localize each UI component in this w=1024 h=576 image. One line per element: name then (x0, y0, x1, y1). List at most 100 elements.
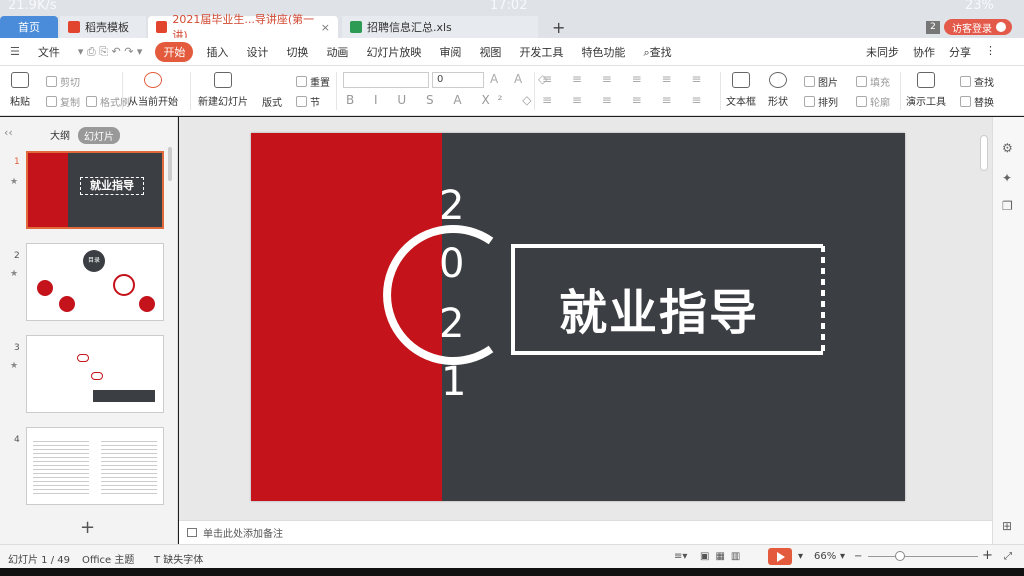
find-button[interactable]: 查找 (960, 74, 994, 89)
textbox-label: 文本框 (726, 97, 756, 108)
menu-view[interactable]: 视图 (479, 44, 501, 60)
menu-search-label: 查找 (649, 45, 672, 59)
menu-search[interactable]: ⌕查找 (643, 44, 671, 60)
zoom-slider-handle[interactable] (895, 551, 905, 561)
menu-developer[interactable]: 开发工具 (519, 44, 563, 60)
section-button[interactable]: 节 (296, 94, 320, 109)
textbox-icon (732, 72, 750, 88)
fill-button[interactable]: 填充 (856, 74, 890, 89)
align-buttons[interactable]: ≡ ≡ ≡ ≡ ≡ ≡ (542, 93, 709, 107)
clock: 17:02 (490, 0, 528, 13)
copy-icon[interactable]: ❐ (1002, 199, 1016, 213)
shape-button[interactable]: 形状 (768, 72, 788, 108)
paragraph-buttons[interactable]: ≡ ≡ ≡ ≡ ≡ ≡ (542, 72, 709, 86)
system-status-bar: 21.9K/s 17:02 23% (0, 0, 1024, 14)
menu-animation[interactable]: 动画 (326, 44, 348, 60)
more-icon[interactable]: ⋮ (985, 44, 996, 60)
menu-file[interactable]: 文件 (38, 44, 60, 60)
copy-button[interactable]: 复制 (46, 94, 80, 109)
menu-transition[interactable]: 切换 (286, 44, 308, 60)
missing-font-button[interactable]: T 缺失字体 (154, 551, 203, 566)
vertical-scrollbar[interactable] (980, 135, 988, 171)
menu-insert[interactable]: 插入 (206, 44, 228, 60)
slide-title[interactable]: 就业指导 (559, 273, 759, 343)
grid-icon[interactable]: ⊞ (1002, 519, 1016, 533)
share-button[interactable]: 分享 (949, 44, 971, 60)
settings-icon[interactable]: ⚙ (1002, 141, 1016, 155)
tab-templates[interactable]: 稻壳模板 (60, 16, 146, 38)
shape-label: 形状 (768, 97, 788, 108)
year-digit: 0 (439, 241, 465, 287)
chevron-down-icon[interactable]: ▾ (798, 551, 803, 562)
present-tools-button[interactable]: 演示工具 (906, 72, 946, 108)
zoom-level[interactable]: 66% (814, 551, 836, 562)
arrange-button[interactable]: 排列 (804, 94, 838, 109)
fit-window-icon[interactable]: ⤢ (1004, 551, 1012, 562)
tab-spreadsheet[interactable]: 招聘信息汇总.xls (342, 16, 538, 38)
font-name-select[interactable] (343, 72, 429, 88)
menu-design[interactable]: 设计 (246, 44, 268, 60)
menu-slideshow[interactable]: 幻灯片放映 (366, 44, 421, 60)
cut-button[interactable]: 剪切 (46, 74, 80, 89)
zoom-out-button[interactable]: − (854, 551, 862, 562)
menu-home[interactable]: 开始 (155, 41, 194, 62)
tab-home[interactable]: 首页 (0, 16, 58, 38)
quick-access-icons[interactable]: ▾ ⎙ ⎘ ↶ ↷ ▾ (78, 45, 143, 59)
current-slide[interactable]: 2 0 2 1 就业指导 (251, 133, 905, 501)
tab-presentation[interactable]: 2021届毕业生...导讲座(第一讲) × (148, 13, 338, 42)
sync-button[interactable]: 未同步 (866, 44, 899, 60)
picture-label: 图片 (818, 78, 838, 89)
menu-features[interactable]: 特色功能 (581, 44, 625, 60)
add-slide-button[interactable]: + (80, 517, 95, 538)
theme-name[interactable]: Office 主题 (82, 551, 134, 566)
tab-outline[interactable]: 大纲 (50, 127, 70, 144)
zoom-in-button[interactable]: + (982, 548, 993, 563)
replace-button[interactable]: 替换 (960, 94, 994, 109)
font-style-buttons[interactable]: B I U S A X² ◇ (346, 93, 540, 107)
new-tab-button[interactable]: + (544, 16, 565, 38)
layout-button[interactable]: 版式 (262, 94, 282, 109)
thumb2-center: 目录 (83, 250, 105, 272)
view-mode-icons[interactable]: ▣▦▥ (700, 551, 746, 562)
close-icon[interactable]: × (321, 21, 330, 34)
divider (534, 72, 535, 110)
notes-toggle-icon[interactable]: ≡▾ (674, 551, 687, 562)
year-digit: 1 (441, 359, 467, 405)
reset-icon (296, 76, 307, 87)
reset-button[interactable]: 重置 (296, 74, 330, 89)
from-current-button[interactable]: 从当前开始 (128, 72, 178, 108)
paste-button[interactable]: 粘贴 (10, 72, 30, 108)
hamburger-icon[interactable]: ☰ (10, 45, 20, 58)
chevron-down-icon[interactable]: ▾ (840, 551, 845, 562)
thumb-title: 就业指导 (80, 177, 144, 195)
notes-icon (187, 528, 197, 537)
slide-number: 4 (14, 435, 20, 445)
new-slide-button[interactable]: 新建幻灯片 (198, 72, 248, 108)
login-button[interactable]: 访客登录 (944, 19, 1012, 35)
window-count-badge[interactable]: 2 (926, 21, 940, 34)
zoom-slider[interactable] (868, 556, 978, 557)
slide-thumbnail-3[interactable] (26, 335, 164, 413)
font-size-select[interactable]: 0 (432, 72, 484, 88)
fill-icon (856, 76, 867, 87)
layout-label: 版式 (262, 98, 282, 109)
copy-label: 复制 (60, 98, 80, 109)
tab-slides[interactable]: 幻灯片 (78, 127, 120, 144)
slide-editor[interactable]: 2 0 2 1 就业指导 (179, 117, 992, 520)
outline-button[interactable]: 轮廓 (856, 94, 890, 109)
slide-thumbnail-4[interactable] (26, 427, 164, 505)
collapse-icon[interactable]: ‹‹ (4, 126, 13, 139)
play-slideshow-button[interactable] (768, 548, 792, 565)
notes-pane[interactable]: 单击此处添加备注 (179, 520, 992, 544)
menu-review[interactable]: 审阅 (439, 44, 461, 60)
slide-thumbnail-1[interactable]: 就业指导 (26, 151, 164, 229)
paste-icon (11, 72, 29, 88)
format-painter-button[interactable]: 格式刷 (86, 94, 130, 109)
slide-thumbnail-2[interactable]: 目录 (26, 243, 164, 321)
collaborate-button[interactable]: 协作 (913, 44, 935, 60)
picture-button[interactable]: 图片 (804, 74, 838, 89)
pin-icon[interactable]: ✦ (1002, 171, 1016, 185)
thumbnail-scrollbar[interactable] (168, 147, 172, 181)
slide-number: 3 (14, 343, 20, 353)
textbox-button[interactable]: 文本框 (726, 72, 756, 108)
